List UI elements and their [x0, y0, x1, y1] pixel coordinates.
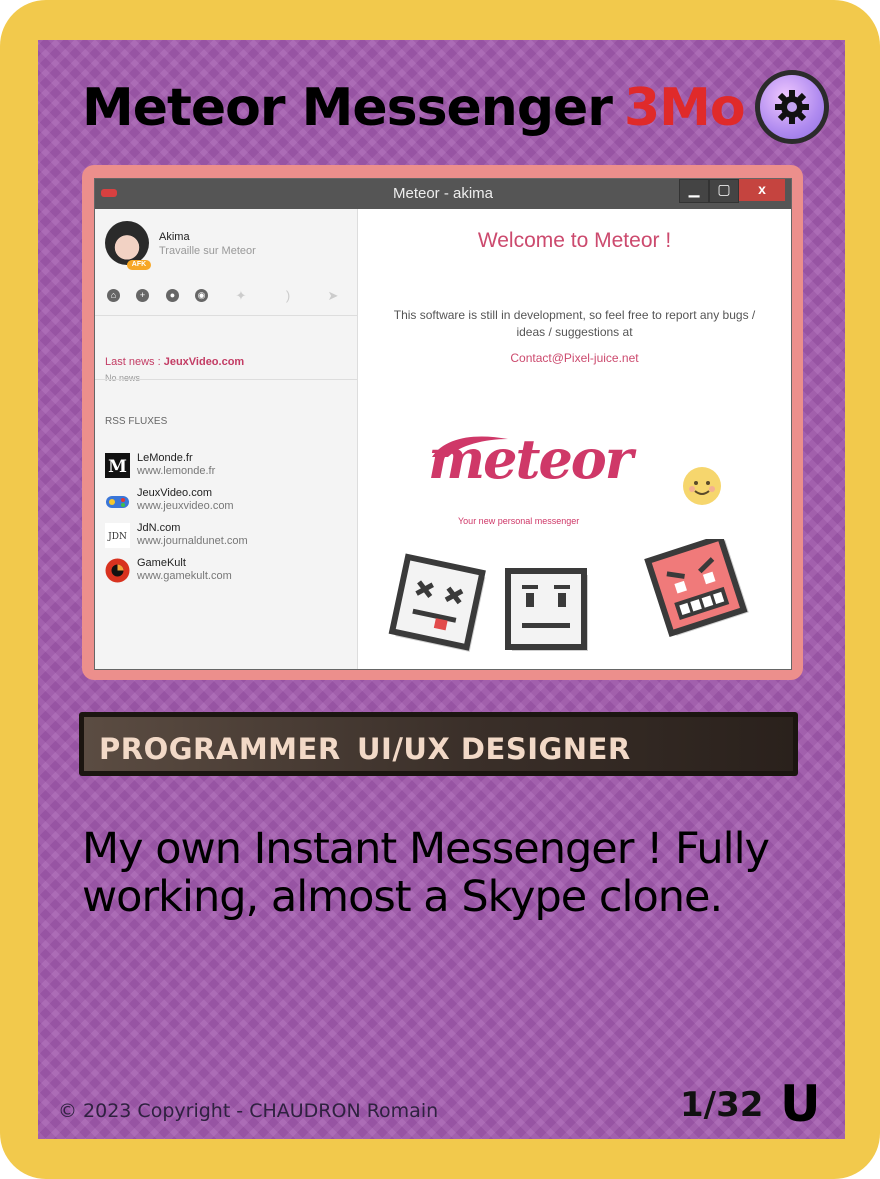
- status-badge: AFK: [127, 260, 151, 270]
- rss-icon[interactable]: ): [280, 289, 296, 302]
- feed-name: GameKult: [137, 557, 186, 569]
- last-news: Last news : JeuxVideo.com: [105, 356, 244, 368]
- card-number: 1/32: [680, 1085, 764, 1125]
- app-window: Meteor - akima ▁ ▢ x AFK Akima Travaille…: [94, 178, 792, 670]
- title-bar[interactable]: Meteor - akima ▁ ▢ x: [95, 179, 791, 209]
- divider: [95, 315, 357, 316]
- lemonde-logo: M: [105, 453, 130, 478]
- svg-text:JDN: JDN: [107, 532, 127, 542]
- avatar[interactable]: [105, 221, 149, 265]
- skill-tag: PROGRAMMER: [99, 732, 341, 766]
- add-icon[interactable]: +: [136, 289, 149, 302]
- feed-url: www.gamekult.com: [137, 570, 232, 582]
- list-item[interactable]: JDN JdN.com www.journaldunet.com: [105, 521, 355, 551]
- sidebar: AFK Akima Travaille sur Meteor ⌂ + ● ◉ ✦…: [95, 209, 358, 669]
- jeuxvideo-logo: [106, 496, 129, 508]
- list-item[interactable]: JeuxVideo.com www.jeuxvideo.com: [105, 486, 355, 516]
- card-cost: 3Mo: [624, 78, 746, 138]
- card-description: My own Instant Messenger ! Fully working…: [82, 824, 770, 922]
- feed-name: JdN.com: [137, 522, 181, 534]
- contact-link[interactable]: Contact@Pixel-juice.net: [358, 351, 791, 365]
- divider: [95, 379, 357, 380]
- list-item[interactable]: M LeMonde.fr www.lemonde.fr: [105, 451, 355, 481]
- angry-face-icon: [644, 539, 749, 638]
- home-icon[interactable]: ⌂: [107, 289, 120, 302]
- minimize-button[interactable]: ▁: [679, 179, 709, 203]
- last-news-label: Last news :: [105, 356, 161, 368]
- pixel-faces: [388, 539, 749, 652]
- maximize-button[interactable]: ▢: [709, 179, 739, 203]
- last-news-source[interactable]: JeuxVideo.com: [164, 356, 245, 368]
- jdn-logo: JDN: [105, 523, 130, 548]
- feed-url: www.lemonde.fr: [137, 465, 216, 477]
- sidebar-toolbar: ⌂ + ● ◉ ✦ ) ➤: [105, 289, 350, 309]
- feed-url: www.journaldunet.com: [137, 535, 248, 547]
- copyright: © 2023 Copyright - CHAUDRON Romain: [58, 1100, 439, 1122]
- skill-tag: UI/UX DESIGNER: [357, 732, 631, 766]
- welcome-heading: Welcome to Meteor !: [477, 229, 672, 252]
- svg-text:M: M: [108, 457, 127, 477]
- run-icon[interactable]: ✦: [233, 289, 249, 302]
- skills-bar: PROGRAMMER UI/UX DESIGNER: [79, 712, 798, 776]
- close-button[interactable]: x: [739, 179, 785, 201]
- send-icon[interactable]: ➤: [325, 289, 341, 302]
- info-text: This software is still in development, s…: [393, 308, 756, 339]
- feed-name: JeuxVideo.com: [137, 487, 213, 499]
- feed-url: www.jeuxvideo.com: [137, 500, 234, 512]
- rss-section-title: RSS FLUXES: [105, 416, 168, 427]
- rarity-symbol: U: [780, 1075, 821, 1133]
- user-name: Akima: [159, 231, 190, 243]
- last-news-value: No news: [105, 373, 141, 383]
- user-status[interactable]: Travaille sur Meteor: [159, 245, 256, 257]
- contacts-icon[interactable]: ◉: [195, 289, 208, 302]
- logo-tagline: Your new personal messenger: [458, 516, 580, 526]
- gamekult-logo: [105, 558, 130, 583]
- gear-icon: [775, 90, 809, 124]
- main-panel: Welcome to Meteor ! This software is sti…: [358, 209, 791, 669]
- type-badge: [755, 70, 829, 144]
- dizzy-face-icon: [388, 553, 486, 652]
- settings-icon[interactable]: ●: [166, 289, 179, 302]
- feed-name: LeMonde.fr: [137, 452, 193, 464]
- list-item[interactable]: GameKult www.gamekult.com: [105, 556, 355, 586]
- smiley-icon: [683, 467, 721, 505]
- card-title: Meteor Messenger: [82, 78, 613, 138]
- neutral-face-icon: [505, 568, 588, 651]
- meteor-logo: meteor: [428, 427, 633, 491]
